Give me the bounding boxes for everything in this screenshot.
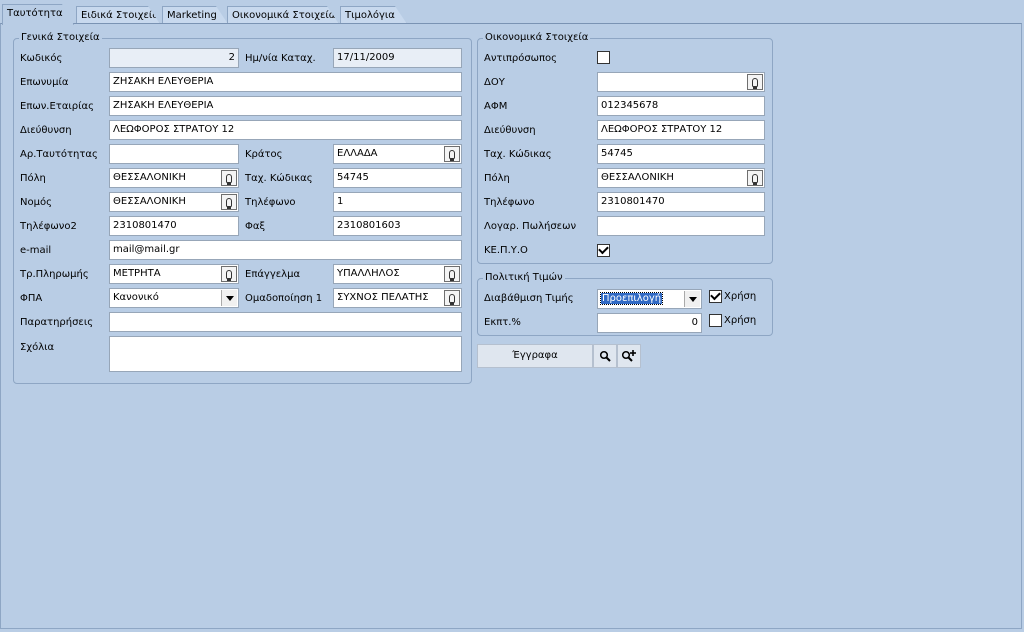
price-level-value: Προεπιλογή (599, 292, 664, 305)
sales-account-field[interactable] (597, 216, 765, 236)
vat-select[interactable]: Κανονικό (109, 288, 239, 308)
tab-marketing[interactable]: Marketing (162, 6, 228, 24)
chevron-down-icon[interactable] (684, 291, 700, 307)
regdate-field[interactable]: 17/11/2009 (333, 48, 462, 68)
name-label: Επωνυμία (20, 77, 69, 88)
fin-city-label: Πόλη (484, 173, 510, 184)
city-field[interactable]: ΘΕΣΣΑΛΟΝΙΚΗ (109, 168, 239, 188)
kepyo-label: ΚΕ.Π.Υ.Ο (484, 245, 528, 256)
sales-account-label: Λογαρ. Πωλήσεων (484, 221, 577, 232)
company-label: Επων.Εταιρίας (20, 101, 94, 112)
vat-value: Κανονικό (113, 292, 159, 303)
fin-phone-field[interactable]: 2310801470 (597, 192, 765, 212)
fin-city-field[interactable]: ΘΕΣΣΑΛΟΝΙΚΗ (597, 168, 765, 188)
vat-label: ΦΠΑ (20, 293, 43, 304)
tab-bar: Ταυτότητα Ειδικά Στοιχεία Marketing Οικο… (0, 0, 1024, 24)
fin-phone-label: Τηλέφωνο (484, 197, 535, 208)
group1-value: ΣΥΧΝΟΣ ΠΕΛΑΤΗΣ (337, 292, 429, 303)
price-level-label: Διαβάθμιση Τιμής (484, 293, 574, 304)
fax-label: Φαξ (245, 221, 266, 232)
afm-field[interactable]: 012345678 (597, 96, 765, 116)
payment-label: Τρ.Πληρωμής (20, 269, 89, 280)
lightbulb-icon[interactable] (221, 170, 237, 186)
lightbulb-icon[interactable] (444, 266, 460, 282)
prefecture-field[interactable]: ΘΕΣΣΑΛΟΝΙΚΗ (109, 192, 239, 212)
country-label: Κράτος (245, 149, 283, 160)
documents-button[interactable]: Έγγραφα (477, 344, 593, 368)
doy-field[interactable] (597, 72, 765, 92)
phone2-label: Τηλέφωνο2 (20, 221, 77, 232)
comments-field[interactable] (109, 336, 462, 372)
tab-financial-details[interactable]: Οικονομικά Στοιχεία (227, 6, 339, 24)
tab-special-details[interactable]: Ειδικά Στοιχεία (76, 6, 160, 24)
name-field[interactable]: ΖΗΣΑΚΗ ΕΛΕΥΘΕΡΙΑ (109, 72, 462, 92)
phone-field[interactable]: 1 (333, 192, 462, 212)
kepyo-checkbox[interactable] (597, 244, 610, 257)
idnum-label: Αρ.Ταυτότητας (20, 149, 98, 160)
fin-address-field[interactable]: ΛΕΩΦΟΡΟΣ ΣΤΡΑΤΟΥ 12 (597, 120, 765, 140)
phone-label: Τηλέφωνο (245, 197, 296, 208)
afm-label: ΑΦΜ (484, 101, 508, 112)
discount-use-label: Χρήση (724, 315, 757, 326)
profession-field[interactable]: ΥΠΑΛΛΗΛΟΣ (333, 264, 462, 284)
prefecture-label: Νομός (20, 197, 52, 208)
code-field[interactable]: 2 (109, 48, 239, 68)
pricing-policy-title: Πολιτική Τιμών (483, 272, 565, 284)
payment-value: ΜΕΤΡΗΤΑ (113, 268, 161, 279)
general-details-title: Γενικά Στοιχεία (19, 32, 102, 44)
city-value: ΘΕΣΣΑΛΟΝΙΚΗ (113, 172, 186, 183)
comments-label: Σχόλια (20, 342, 55, 353)
lightbulb-icon[interactable] (444, 290, 460, 306)
discount-use-checkbox[interactable] (709, 314, 722, 327)
profession-label: Επάγγελμα (245, 269, 301, 280)
country-field[interactable]: ΕΛΛΑΔΑ (333, 144, 462, 164)
zip-label: Ταχ. Κώδικας (245, 173, 313, 184)
lightbulb-icon[interactable] (747, 170, 763, 186)
country-value: ΕΛΛΑΔΑ (337, 148, 378, 159)
idnum-field[interactable] (109, 144, 239, 164)
lightbulb-icon[interactable] (747, 74, 763, 90)
email-field[interactable]: mail@mail.gr (109, 240, 462, 260)
city-label: Πόλη (20, 173, 46, 184)
tab-identity[interactable]: Ταυτότητα (2, 4, 74, 25)
group1-field[interactable]: ΣΥΧΝΟΣ ΠΕΛΑΤΗΣ (333, 288, 462, 308)
code-label: Κωδικός (20, 53, 63, 64)
representative-label: Αντιπρόσωπος (484, 53, 558, 64)
search-add-icon[interactable] (617, 344, 641, 368)
search-icon[interactable] (593, 344, 617, 368)
chevron-down-icon[interactable] (221, 290, 237, 306)
prefecture-value: ΘΕΣΣΑΛΟΝΙΚΗ (113, 196, 186, 207)
doy-label: ΔΟΥ (484, 77, 505, 88)
address-field[interactable]: ΛΕΩΦΟΡΟΣ ΣΤΡΑΤΟΥ 12 (109, 120, 462, 140)
discount-label: Εκπτ.% (484, 317, 521, 328)
lightbulb-icon[interactable] (444, 146, 460, 162)
price-level-use-checkbox[interactable] (709, 290, 722, 303)
notes-field[interactable] (109, 312, 462, 332)
regdate-label: Ημ/νία Καταχ. (245, 53, 316, 64)
lightbulb-icon[interactable] (221, 266, 237, 282)
address-label: Διεύθυνση (20, 125, 72, 136)
notes-label: Παρατηρήσεις (20, 317, 94, 328)
group1-label: Ομαδοποίηση 1 (245, 293, 323, 304)
payment-field[interactable]: ΜΕΤΡΗΤΑ (109, 264, 239, 284)
price-level-select[interactable]: Προεπιλογή (597, 289, 702, 309)
representative-checkbox[interactable] (597, 51, 610, 64)
price-level-use-label: Χρήση (724, 291, 757, 302)
profession-value: ΥΠΑΛΛΗΛΟΣ (337, 268, 400, 279)
fax-field[interactable]: 2310801603 (333, 216, 462, 236)
lightbulb-icon[interactable] (221, 194, 237, 210)
fin-address-label: Διεύθυνση (484, 125, 536, 136)
fin-zip-label: Ταχ. Κώδικας (484, 149, 552, 160)
tab-invoices[interactable]: Τιμολόγια (340, 6, 407, 24)
fin-zip-field[interactable]: 54745 (597, 144, 765, 164)
fin-city-value: ΘΕΣΣΑΛΟΝΙΚΗ (601, 172, 674, 183)
phone2-field[interactable]: 2310801470 (109, 216, 239, 236)
zip-field[interactable]: 54745 (333, 168, 462, 188)
email-label: e-mail (20, 245, 52, 256)
discount-field[interactable]: 0 (597, 313, 702, 333)
company-field[interactable]: ΖΗΣΑΚΗ ΕΛΕΥΘΕΡΙΑ (109, 96, 462, 116)
financial-details-title: Οικονομικά Στοιχεία (483, 32, 591, 44)
